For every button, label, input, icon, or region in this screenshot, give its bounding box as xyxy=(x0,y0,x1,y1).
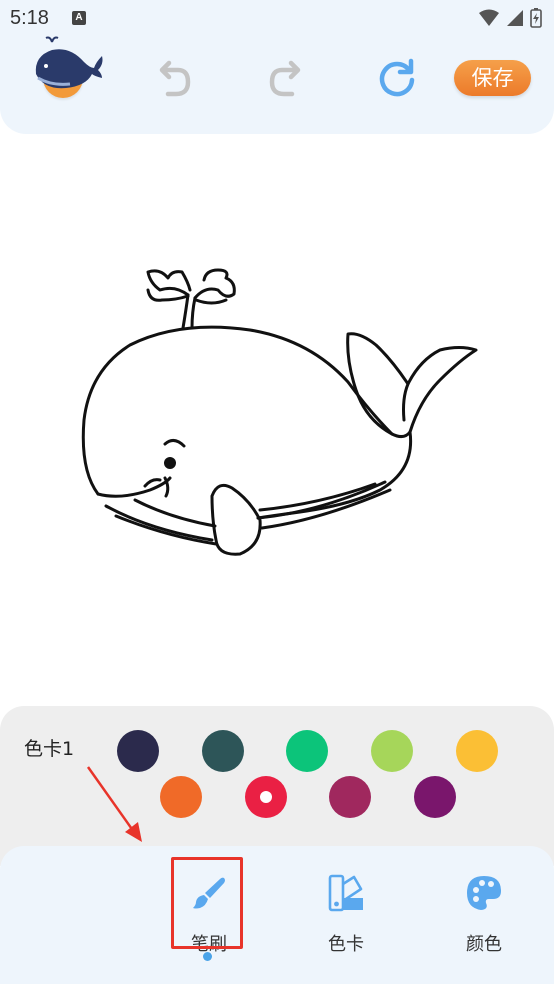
undo-icon xyxy=(159,60,191,97)
status-icons xyxy=(478,8,542,28)
wifi-icon xyxy=(479,9,499,26)
redo-button[interactable] xyxy=(264,56,308,100)
selected-indicator xyxy=(260,791,272,803)
whale-line-art[interactable] xyxy=(0,134,554,706)
tab-color[interactable]: 颜色 xyxy=(446,856,522,955)
tab-color-label: 颜色 xyxy=(466,934,502,955)
tab-color-card-label: 色卡 xyxy=(328,934,364,955)
status-bar: 5:18 A xyxy=(0,0,554,38)
reset-button[interactable] xyxy=(375,56,419,100)
color-swatch-3[interactable] xyxy=(286,730,328,772)
signal-icon xyxy=(507,10,523,26)
status-time: 5:18 xyxy=(10,7,49,29)
palette-icon xyxy=(467,876,501,910)
color-swatch-1[interactable] xyxy=(117,730,159,772)
color-swatch-2[interactable] xyxy=(202,730,244,772)
drawing-canvas[interactable] xyxy=(0,134,554,706)
palette-title: 色卡1 xyxy=(24,738,75,760)
color-swatch-6[interactable] xyxy=(160,776,202,818)
notification-app-icon: A xyxy=(72,11,86,25)
color-swatch-4[interactable] xyxy=(371,730,413,772)
color-swatch-7-selected[interactable] xyxy=(245,776,287,818)
undo-button[interactable] xyxy=(152,56,196,100)
whale-thumbnail-icon[interactable] xyxy=(30,34,106,94)
refresh-icon xyxy=(379,58,415,97)
battery-icon xyxy=(530,8,542,28)
save-button[interactable]: 保存 xyxy=(454,60,531,96)
color-swatch-5[interactable] xyxy=(456,730,498,772)
swatch-card-icon xyxy=(328,874,363,912)
color-swatch-8[interactable] xyxy=(329,776,371,818)
annotation-highlight-box xyxy=(171,857,243,949)
tab-color-card[interactable]: 色卡 xyxy=(308,856,384,955)
redo-icon xyxy=(269,60,301,97)
active-tab-indicator xyxy=(203,952,212,961)
color-swatch-9[interactable] xyxy=(414,776,456,818)
